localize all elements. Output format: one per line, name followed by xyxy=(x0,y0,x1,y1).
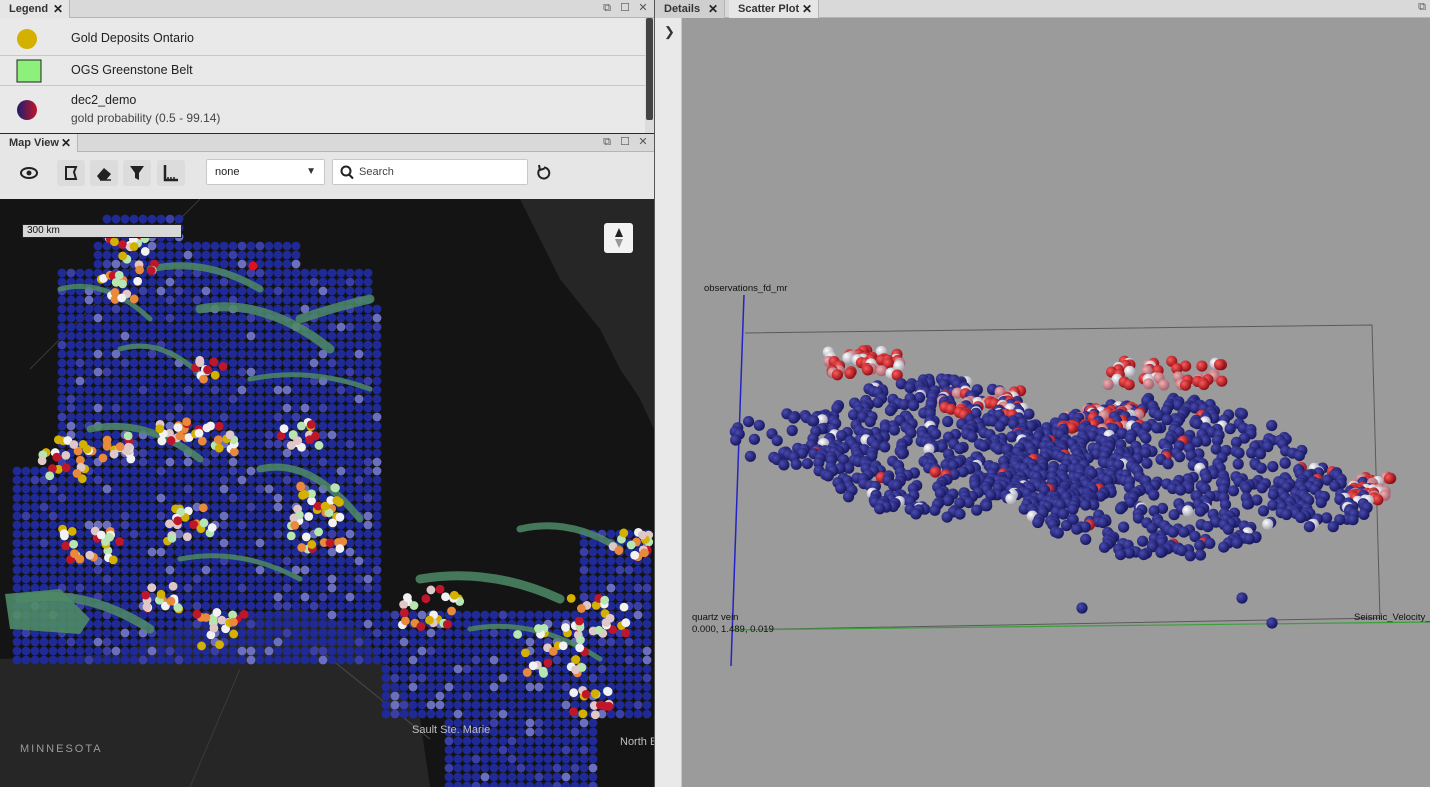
search-box[interactable] xyxy=(332,159,528,185)
tab-details-label: Details xyxy=(664,3,701,15)
restore-icon[interactable]: ⧉ xyxy=(598,136,616,149)
maximize-icon[interactable]: ☐ xyxy=(616,1,634,14)
eraser-icon[interactable] xyxy=(90,160,118,186)
legend-scrollbar[interactable] xyxy=(645,18,654,133)
details-panel: Details ✕ Scatter Plot ✕ ⧉ ❯ observation… xyxy=(654,0,1430,787)
refresh-icon[interactable] xyxy=(532,160,556,186)
search-icon xyxy=(340,160,354,191)
filter-icon[interactable] xyxy=(123,160,151,186)
tab-legend[interactable]: Legend ✕ xyxy=(0,0,70,18)
select-area-icon[interactable] xyxy=(57,160,85,186)
layer-select[interactable]: none ▼ xyxy=(206,159,325,185)
legend-item-subtitle: gold probability (0.5 - 99.14) xyxy=(71,111,221,125)
scatter-points xyxy=(729,344,1397,629)
chevron-right-icon[interactable]: ❯ xyxy=(664,24,675,40)
map-window-controls: ⧉ ☐ ✕ xyxy=(598,135,652,151)
legend-item-dec2-demo[interactable]: dec2_demo gold probability (0.5 - 99.14) xyxy=(0,86,645,133)
scale-bar: 300 km xyxy=(22,224,182,238)
restore-icon[interactable]: ⧉ xyxy=(598,2,616,15)
legend-item-label: OGS Greenstone Belt xyxy=(71,63,193,77)
map-view-panel: Map View ✕ ⧉ ☐ ✕ none ▼ Search 300 km MI… xyxy=(0,134,654,787)
scrollbar-thumb[interactable] xyxy=(646,18,653,120)
maximize-icon[interactable]: ☐ xyxy=(616,135,634,148)
scale-label: 300 km xyxy=(27,225,60,236)
layer-select-value: none xyxy=(215,166,240,178)
close-icon[interactable]: ✕ xyxy=(61,134,71,152)
gradient-circle-icon xyxy=(17,100,37,120)
close-icon[interactable]: ✕ xyxy=(634,1,652,14)
tab-details[interactable]: Details ✕ xyxy=(655,0,725,18)
close-icon[interactable]: ✕ xyxy=(634,135,652,148)
gold-circle-icon xyxy=(17,29,37,49)
tab-scatter-plot-label: Scatter Plot xyxy=(738,3,800,15)
place-label: MINNESOTA xyxy=(20,743,103,755)
z-axis-line xyxy=(730,294,745,667)
legend-panel: Legend ✕ ⧉ ☐ ✕ Gold Deposits Ontario OGS G… xyxy=(0,0,654,133)
chevron-down-icon: ▼ xyxy=(306,166,316,177)
axis-y-label: Seismic_Velocity_ xyxy=(1354,612,1430,623)
legend-window-controls: ⧉ ☐ ✕ xyxy=(598,1,652,17)
north-arrow-icon[interactable] xyxy=(604,223,633,253)
details-sidebar: ❯ xyxy=(655,18,682,787)
axis-z-label: observations_fd_mr xyxy=(704,283,788,294)
close-icon[interactable]: ✕ xyxy=(802,0,812,18)
legend-item-label: dec2_demo xyxy=(71,93,137,107)
close-icon[interactable]: ✕ xyxy=(708,0,718,18)
green-square-icon xyxy=(16,59,42,83)
details-window-controls: ⧉ xyxy=(1413,1,1430,17)
map-canvas[interactable]: 300 km MINNESOTA Sault Ste. Marie North … xyxy=(0,199,654,787)
legend-item-gold-deposits[interactable]: Gold Deposits Ontario xyxy=(0,18,645,56)
map-layer xyxy=(0,199,654,787)
close-icon[interactable]: ✕ xyxy=(53,0,63,18)
tab-map-view[interactable]: Map View ✕ xyxy=(0,134,78,152)
search-input[interactable] xyxy=(359,163,519,181)
map-toolbar: none ▼ xyxy=(0,152,654,199)
details-tabbar: Details ✕ Scatter Plot ✕ ⧉ xyxy=(655,0,1430,18)
tab-legend-label: Legend xyxy=(9,3,49,15)
tab-scatter-plot[interactable]: Scatter Plot ✕ xyxy=(729,0,819,18)
origin-readout: 0.000, 1.489, 0.019 xyxy=(692,624,774,635)
eye-icon[interactable] xyxy=(15,160,43,186)
scatter-3d-canvas[interactable]: observations_fd_mr quartz vein 0.000, 1.… xyxy=(682,18,1430,787)
scatter-layer xyxy=(729,294,1430,667)
measure-icon[interactable] xyxy=(157,160,185,186)
place-label: Sault Ste. Marie xyxy=(412,724,491,736)
tab-map-view-label: Map View xyxy=(9,137,59,149)
place-label: North Bay xyxy=(620,736,654,748)
restore-icon[interactable]: ⧉ xyxy=(1413,1,1430,14)
axis-x-label: quartz vein xyxy=(692,612,739,623)
legend-item-greenstone-belt[interactable]: OGS Greenstone Belt xyxy=(0,56,645,86)
legend-tabbar: Legend ✕ ⧉ ☐ ✕ xyxy=(0,0,654,18)
legend-item-label: Gold Deposits Ontario xyxy=(71,31,194,45)
map-tabbar: Map View ✕ ⧉ ☐ ✕ xyxy=(0,134,654,152)
